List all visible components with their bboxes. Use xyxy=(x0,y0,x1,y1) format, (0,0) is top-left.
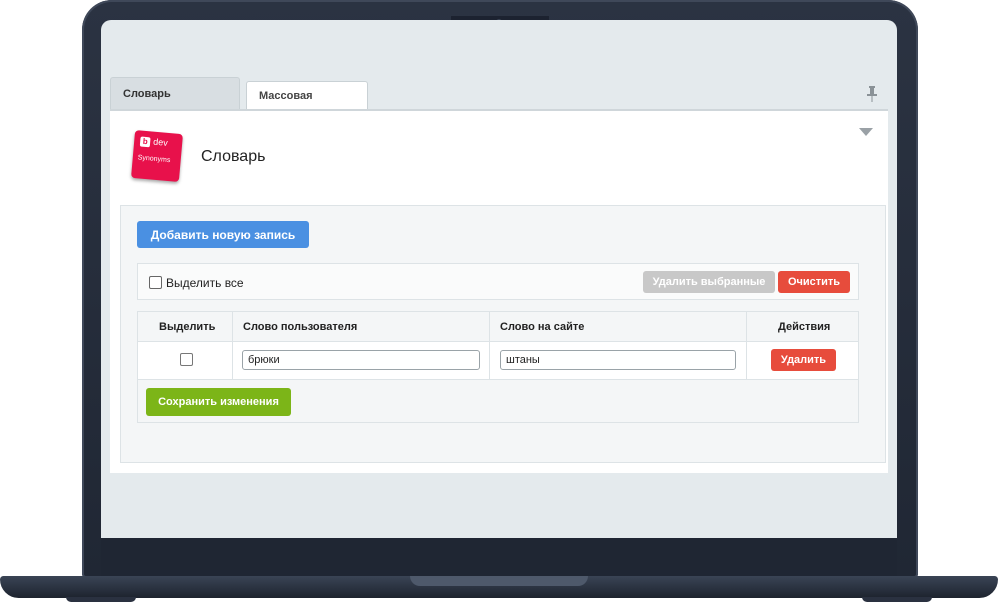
form-footer: Сохранить изменения xyxy=(137,380,859,423)
pin-icon[interactable] xyxy=(867,86,877,102)
laptop-base-notch xyxy=(410,576,588,586)
dictionary-form: Добавить новую запись Выделить все Удали… xyxy=(120,205,886,463)
column-header-actions: Действия xyxy=(778,321,831,333)
column-header-select: Выделить xyxy=(159,321,216,333)
delete-selected-button[interactable]: Удалить выбранные xyxy=(643,271,775,293)
user-word-input[interactable] xyxy=(242,350,480,370)
tab-synonyms-dictionary[interactable]: Словарь синонимов xyxy=(110,77,240,132)
screen: Словарь синонимов Массовая загрузка b de… xyxy=(101,20,897,538)
column-header-site-word: Слово на сайте xyxy=(500,321,585,333)
row-select-checkbox[interactable] xyxy=(180,353,193,366)
add-entry-button[interactable]: Добавить новую запись xyxy=(137,221,309,248)
select-all-label[interactable]: Выделить все xyxy=(166,276,244,290)
save-changes-button[interactable]: Сохранить изменения xyxy=(146,388,291,416)
laptop-foot-right xyxy=(862,597,932,602)
delete-row-button[interactable]: Удалить xyxy=(771,349,836,371)
clear-button[interactable]: Очистить xyxy=(778,271,850,293)
synonyms-table: Выделить Слово пользователя Слово на сай… xyxy=(137,311,859,380)
laptop-chin xyxy=(101,538,897,576)
triangle-down-icon[interactable] xyxy=(859,128,873,136)
dictionary-panel: b dev Synonyms Словарь Добавить новую за… xyxy=(110,109,888,473)
site-word-input[interactable] xyxy=(500,350,736,370)
column-divider xyxy=(746,312,747,379)
laptop-foot-left xyxy=(66,597,136,602)
table-header: Выделить Слово пользователя Слово на сай… xyxy=(138,312,858,342)
column-header-user-word: Слово пользователя xyxy=(243,321,358,333)
tab-bulk-upload[interactable]: Массовая загрузка xyxy=(246,81,368,130)
bulk-actions-toolbar: Выделить все Удалить выбранные Очистить xyxy=(137,263,859,300)
bdev-synonyms-logo: b dev Synonyms xyxy=(130,129,184,183)
column-divider xyxy=(232,312,233,379)
page-title: Словарь xyxy=(201,148,266,165)
select-all-checkbox[interactable] xyxy=(149,276,162,289)
column-divider xyxy=(489,312,490,379)
